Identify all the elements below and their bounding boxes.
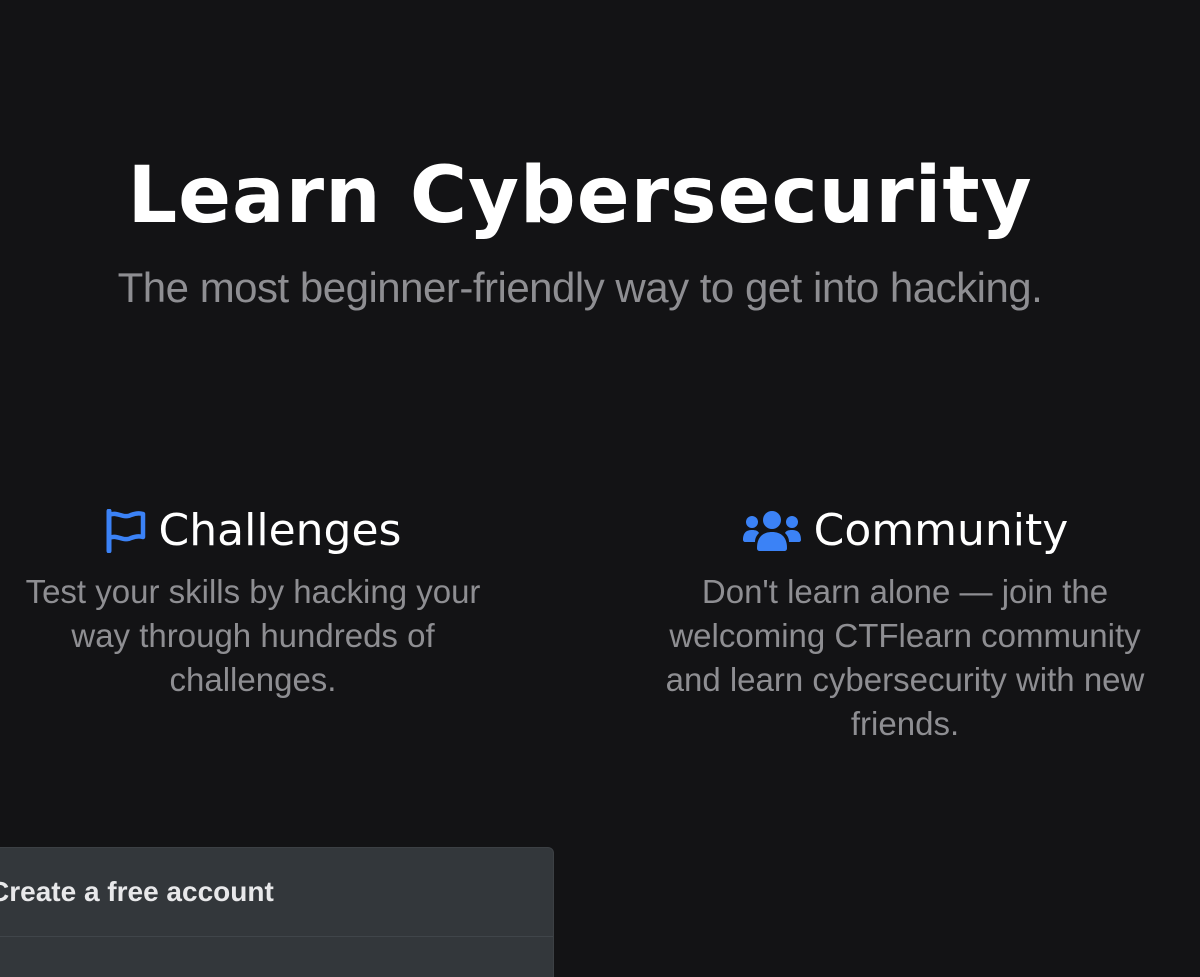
feature-challenges: Challenges Test your skills by hacking y… [0, 502, 506, 702]
signup-card-header: Create a free account [0, 848, 553, 937]
feature-title-community: Community [813, 505, 1069, 556]
feature-heading-community: Community [640, 502, 1170, 560]
signup-card: Create a free account [0, 847, 554, 977]
feature-community: Community Don't learn alone — join the w… [640, 502, 1170, 746]
users-icon [742, 510, 802, 552]
signup-card-title: Create a free account [0, 876, 274, 907]
feature-heading-challenges: Challenges [0, 502, 506, 560]
flag-icon [105, 509, 147, 553]
hero-subtitle: The most beginner-friendly way to get in… [117, 264, 1043, 311]
feature-description-community: Don't learn alone — join the welcoming C… [665, 573, 1145, 742]
feature-description-challenges: Test your skills by hacking your way thr… [25, 573, 481, 698]
hero-title: Learn Cybersecurity [127, 151, 1033, 241]
feature-title-challenges: Challenges [158, 505, 402, 556]
